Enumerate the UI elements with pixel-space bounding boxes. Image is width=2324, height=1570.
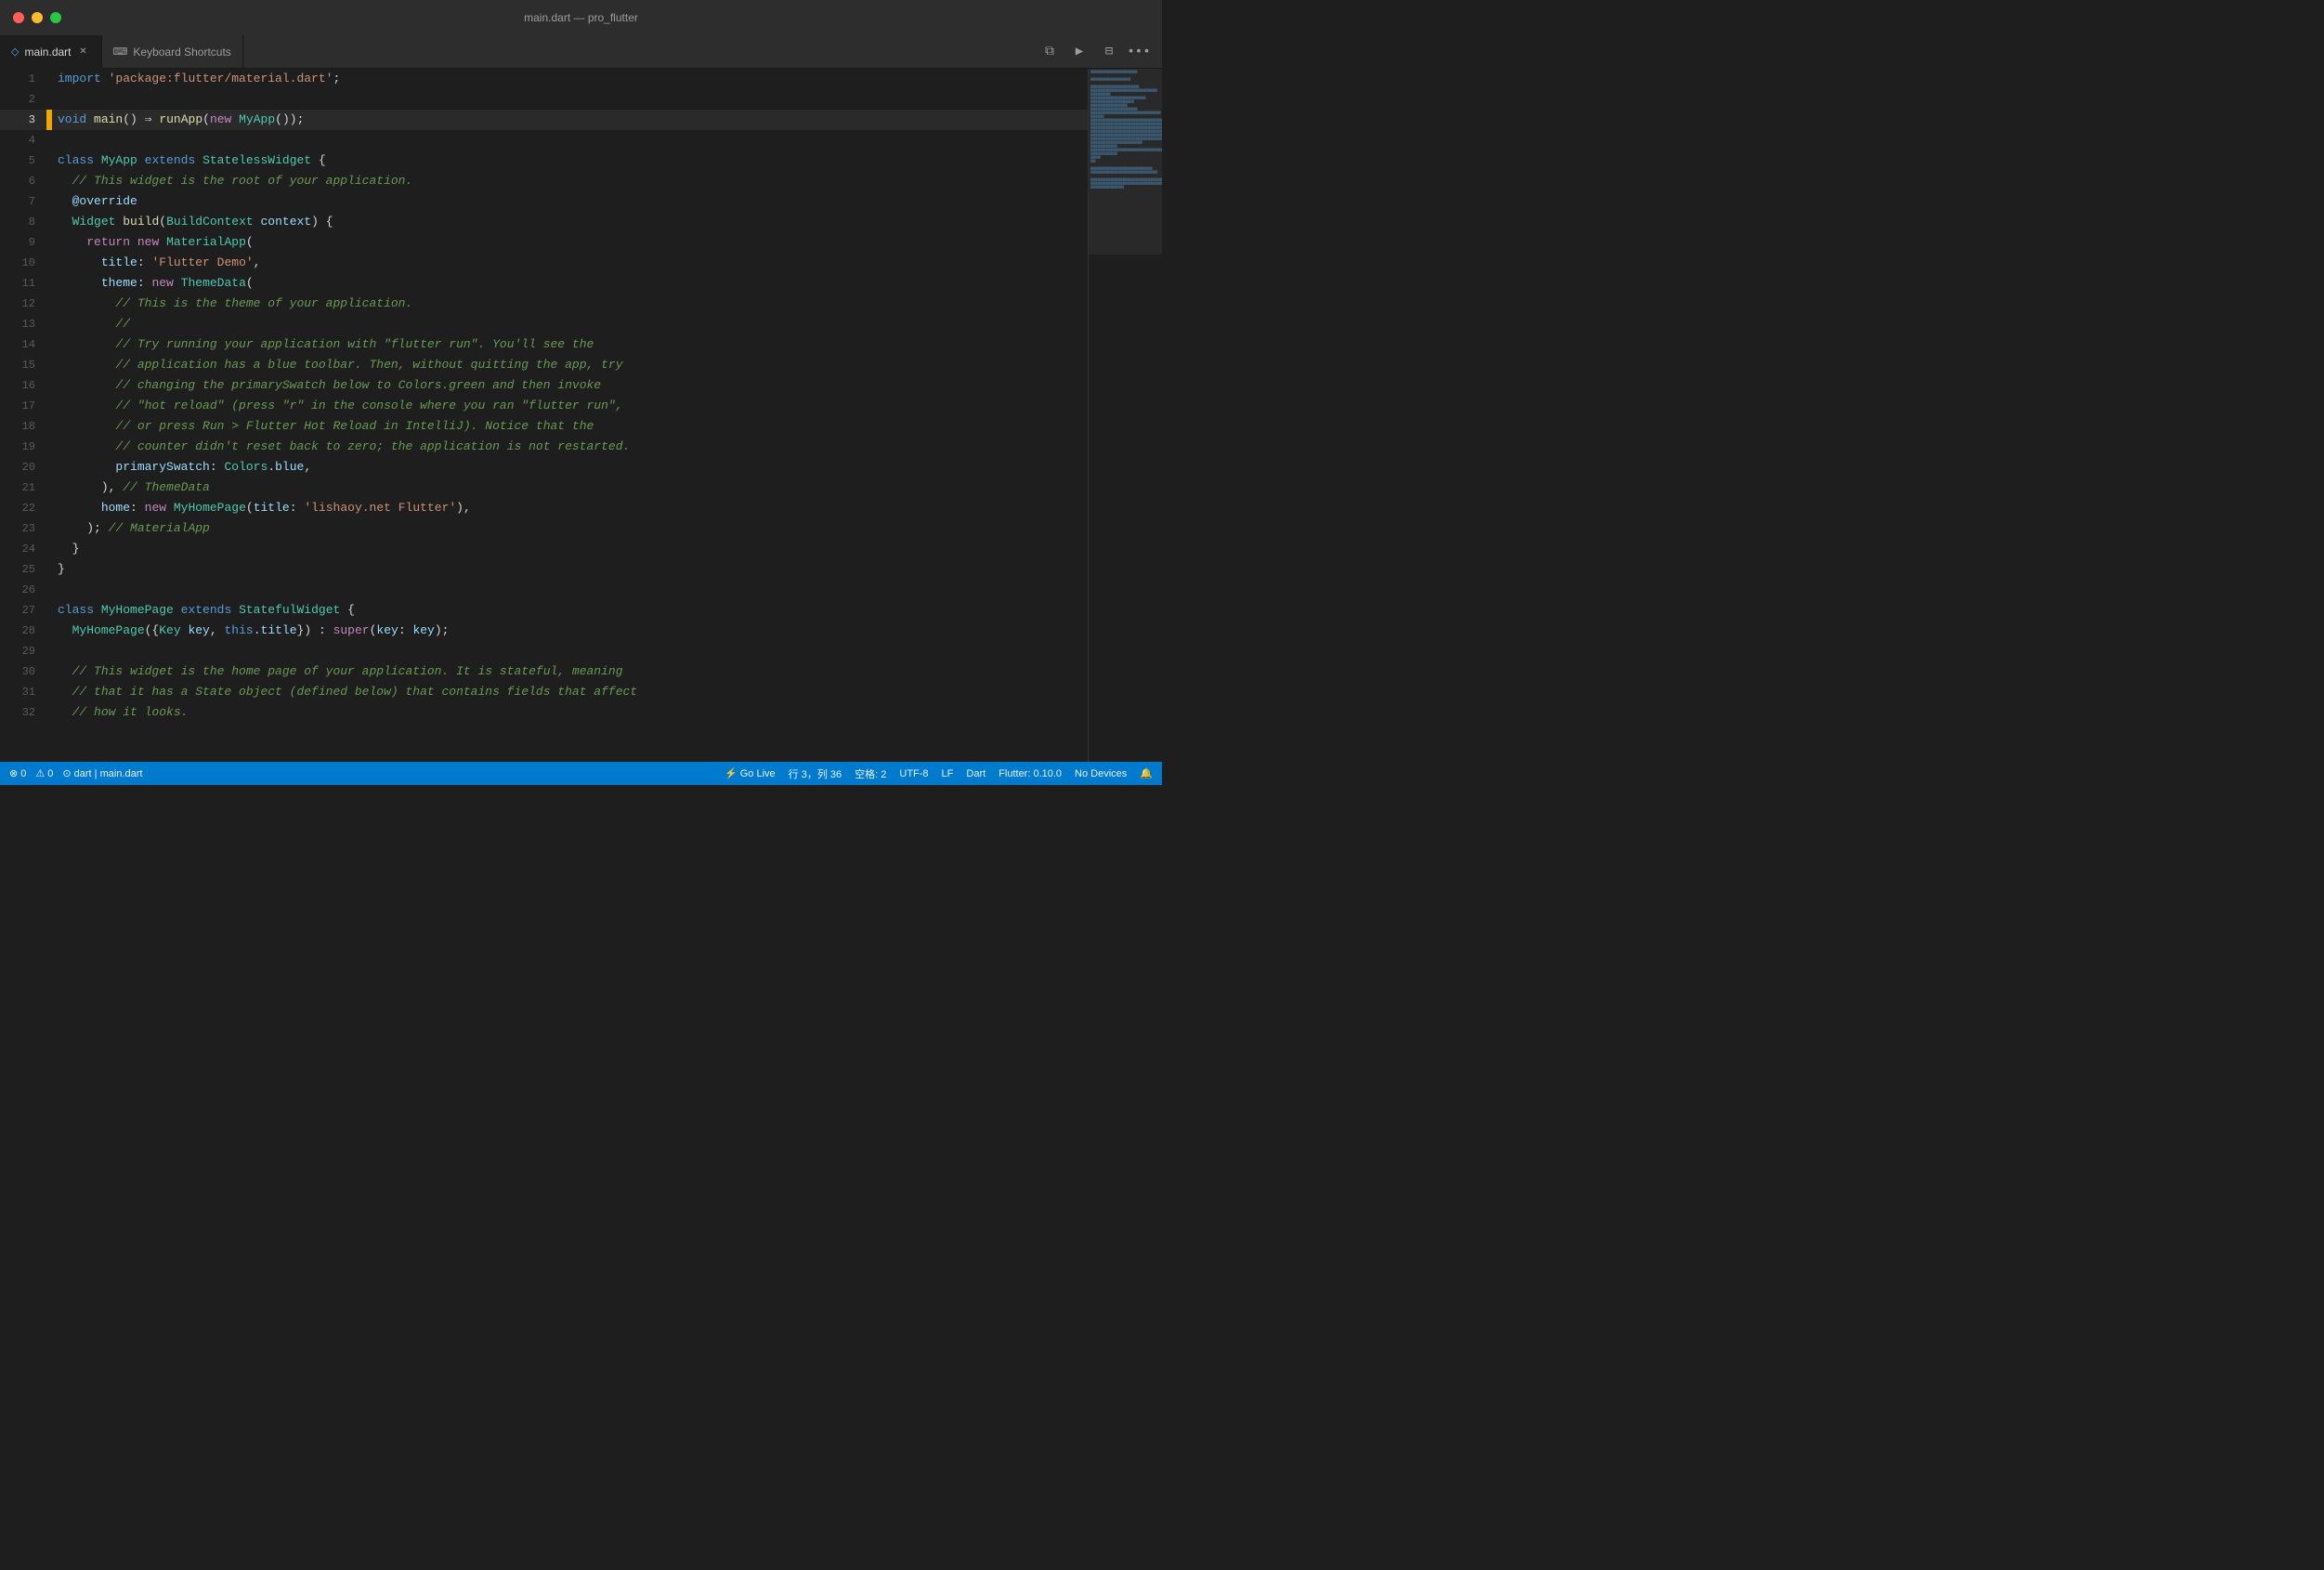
keyboard-icon: ⌨ [113,46,128,58]
encoding-info[interactable]: UTF-8 [899,768,928,779]
table-row: 12 // This is the theme of your applicat… [0,294,1088,314]
table-row: 5 class MyApp extends StatelessWidget { [0,150,1088,171]
table-row: 18 // or press Run > Flutter Hot Reload … [0,416,1088,437]
table-row: 10 title: 'Flutter Demo', [0,253,1088,273]
warning-icon: ⚠ [35,767,45,779]
status-bar: ⊗ 0 ⚠ 0 ⊙ dart | main.dart ⚡ Go Live 行 3… [0,762,1162,785]
table-row: 17 // "hot reload" (press "r" in the con… [0,396,1088,416]
table-row: 21 ), // ThemeData [0,478,1088,498]
table-row: 32 // how it looks. [0,702,1088,723]
table-row: 4 [0,130,1088,150]
cursor-position[interactable]: 行 3，列 36 [789,766,842,781]
table-row: 20 primarySwatch: Colors.blue, [0,457,1088,478]
warning-count[interactable]: ⚠ 0 [35,767,53,779]
devices-info[interactable]: No Devices [1075,768,1127,779]
table-row: 1 import 'package:flutter/material.dart'… [0,69,1088,89]
tab-bar-actions: ⧉ ▶ ⊟ ••• [1039,42,1162,62]
table-row: 7 @override [0,191,1088,212]
table-row: 15 // application has a blue toolbar. Th… [0,355,1088,375]
status-bar-left: ⊗ 0 ⚠ 0 ⊙ dart | main.dart [9,767,142,779]
traffic-lights [0,12,74,23]
code-container[interactable]: 1 import 'package:flutter/material.dart'… [0,69,1088,762]
git-icon: ⊙ [62,768,71,779]
tab-close-button[interactable]: ✕ [77,46,90,59]
error-icon: ⊗ [9,767,18,779]
git-info[interactable]: ⊙ dart | main.dart [62,767,142,779]
table-row: 29 [0,641,1088,661]
table-row: 25 } [0,559,1088,580]
table-row: 28 MyHomePage({Key key, this.title}) : s… [0,621,1088,641]
go-to-definition-btn[interactable]: ⧉ [1039,42,1060,62]
tab-keyboard-shortcuts-label: Keyboard Shortcuts [133,46,230,59]
table-row: 23 ); // MaterialApp [0,518,1088,539]
error-count[interactable]: ⊗ 0 [9,767,26,779]
dart-file-icon: ◇ [11,46,19,58]
tab-main-dart-label: main.dart [24,46,71,59]
title-bar: main.dart — pro_flutter [0,0,1162,35]
table-row: 31 // that it has a State object (define… [0,682,1088,702]
editor-area: 1 import 'package:flutter/material.dart'… [0,69,1162,762]
window-title: main.dart — pro_flutter [524,11,638,24]
table-row: 27 class MyHomePage extends StatefulWidg… [0,600,1088,621]
tab-bar: ◇ main.dart ✕ ⌨ Keyboard Shortcuts ⧉ ▶ ⊟… [0,35,1162,69]
bell-icon[interactable]: 🔔 [1140,767,1153,779]
table-row: 26 [0,580,1088,600]
minimap: ████████████████████████████ ███████████… [1088,69,1162,762]
table-row: 3 void main() ⇒ runApp(new MyApp()); [0,110,1088,130]
indentation-info[interactable]: 空格: 2 [855,766,886,781]
table-row: 14 // Try running your application with … [0,334,1088,355]
status-bar-right: ⚡ Go Live 行 3，列 36 空格: 2 UTF-8 LF Dart F… [725,766,1153,781]
table-row: 13 // [0,314,1088,334]
table-row: 8 Widget build(BuildContext context) { [0,212,1088,232]
table-row: 22 home: new MyHomePage(title: 'lishaoy.… [0,498,1088,518]
table-row: 19 // counter didn't reset back to zero;… [0,437,1088,457]
table-row: 9 return new MaterialApp( [0,232,1088,253]
layout-button[interactable]: ⊟ [1099,42,1119,62]
code-lines: 1 import 'package:flutter/material.dart'… [0,69,1088,723]
minimap-content: ████████████████████████████ ███████████… [1089,69,1162,762]
table-row: 30 // This widget is the home page of yo… [0,661,1088,682]
table-row: 2 [0,89,1088,110]
tab-keyboard-shortcuts[interactable]: ⌨ Keyboard Shortcuts [102,35,243,69]
table-row: 6 // This widget is the root of your app… [0,171,1088,191]
more-actions-button[interactable]: ••• [1129,42,1149,62]
table-row: 11 theme: new ThemeData( [0,273,1088,294]
table-row: 24 } [0,539,1088,559]
table-row: 16 // changing the primarySwatch below t… [0,375,1088,396]
run-button[interactable]: ▶ [1069,42,1090,62]
go-live-button[interactable]: ⚡ Go Live [725,767,776,779]
close-button[interactable] [13,12,24,23]
tab-main-dart[interactable]: ◇ main.dart ✕ [0,35,102,69]
flutter-sdk-info[interactable]: Flutter: 0.10.0 [999,768,1062,779]
line-ending-info[interactable]: LF [942,768,954,779]
maximize-button[interactable] [50,12,61,23]
language-mode[interactable]: Dart [966,768,986,779]
minimize-button[interactable] [32,12,43,23]
